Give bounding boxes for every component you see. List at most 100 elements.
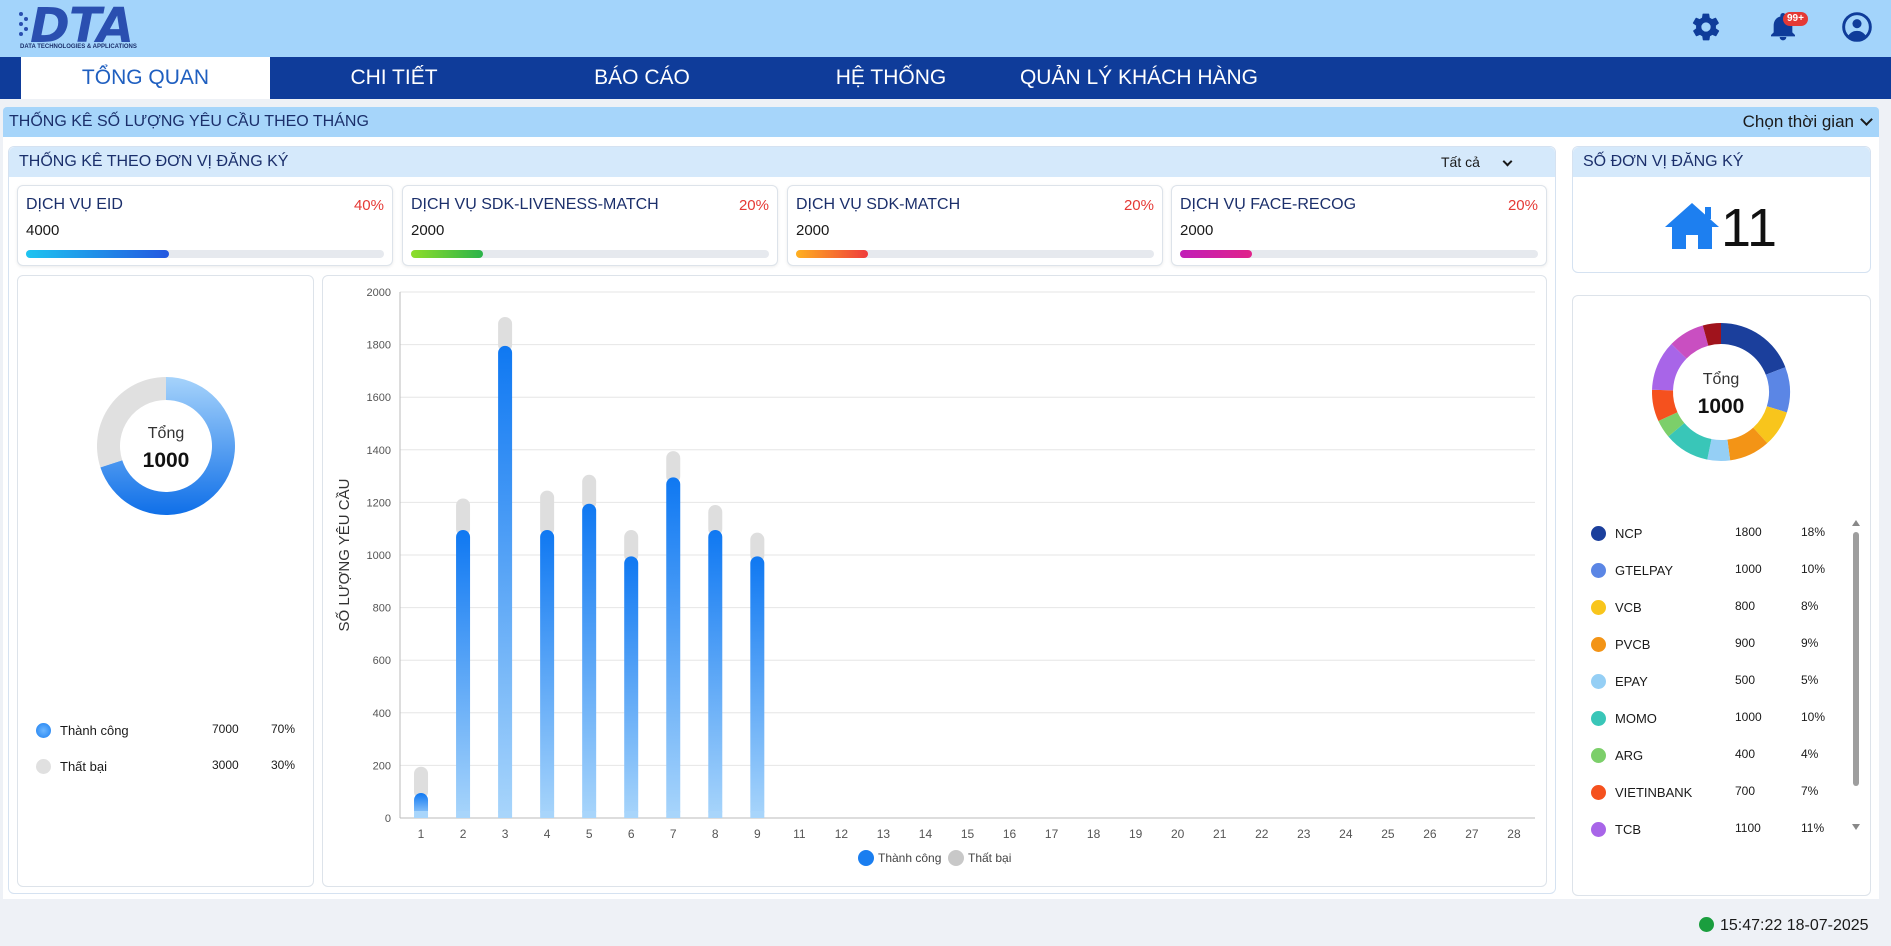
- monthly-stats-header: THỐNG KÊ SỐ LƯỢNG YÊU CẦU THEO THÁNG Chọ…: [3, 107, 1879, 137]
- x-tick-label: 4: [544, 827, 551, 841]
- unit-count: 900: [1735, 636, 1756, 650]
- tab-chi-tiet[interactable]: CHI TIẾT: [270, 57, 518, 99]
- units-list-scrollbar[interactable]: [1852, 520, 1860, 830]
- unit-name: VCB: [1615, 600, 1642, 615]
- bar-success: [456, 530, 471, 818]
- service-card[interactable]: DỊCH VỤ FACE-RECOG 20% 2000: [1171, 185, 1547, 266]
- units-donut-panel: Tổng 1000 NCP 1800 18% GTELPAY 1000 10% VCB 800 8…: [1572, 295, 1871, 896]
- x-tick-label: 3: [502, 827, 509, 841]
- current-datetime: 15:47:22 18-07-2025: [1720, 917, 1869, 934]
- x-tick-label: 19: [1129, 827, 1143, 841]
- scroll-thumb[interactable]: [1853, 532, 1859, 786]
- x-tick-label: 5: [586, 827, 593, 841]
- donut-slice: [1721, 323, 1786, 375]
- unit-name: EPAY: [1615, 674, 1648, 689]
- unit-stats-header: THỐNG KÊ THEO ĐƠN VỊ ĐĂNG KÝ Tất cả: [9, 147, 1555, 177]
- service-name: DỊCH VỤ EID: [26, 196, 123, 213]
- unit-color-dot: [1591, 637, 1606, 652]
- registered-units-panel: SỐ ĐƠN VỊ ĐĂNG KÝ 11: [1572, 146, 1871, 273]
- chevron-down-icon: [1860, 113, 1873, 126]
- legend-label: Thành công: [878, 851, 941, 865]
- x-tick-label: 9: [754, 827, 761, 841]
- status-donut-chart: Tổng 1000: [96, 377, 235, 515]
- company-logo[interactable]: DTA DATA TECHNOLOGIES & APPLICATIONS: [18, 0, 150, 54]
- unit-percent: 10%: [1801, 710, 1826, 724]
- unit-filter-dropdown[interactable]: Tất cả: [1441, 154, 1513, 170]
- unit-percent: 4%: [1801, 747, 1819, 761]
- unit-count: 500: [1735, 673, 1756, 687]
- unit-list-item: TCB 1100 11%: [1591, 821, 1824, 839]
- service-progress-track: [796, 250, 1154, 258]
- unit-name: GTELPAY: [1615, 563, 1674, 578]
- service-card[interactable]: DỊCH VỤ SDK-LIVENESS-MATCH 20% 2000: [402, 185, 778, 266]
- x-tick-label: 1: [418, 827, 425, 841]
- service-progress-fill: [26, 250, 170, 258]
- tab-quan-ly-khach-hang[interactable]: QUẢN LÝ KHÁCH HÀNG: [1016, 57, 1262, 99]
- unit-percent: 18%: [1801, 525, 1826, 539]
- x-tick-label: 8: [712, 827, 719, 841]
- bar-success: [582, 503, 597, 818]
- unit-count: 800: [1735, 599, 1756, 613]
- legend-label: Thất bại: [968, 851, 1011, 865]
- legend-dot: [36, 759, 51, 774]
- service-value: 2000: [411, 222, 445, 239]
- donut-center-label: Tổng: [1703, 370, 1739, 388]
- section-title: THỐNG KÊ SỐ LƯỢNG YÊU CẦU THEO THÁNG: [9, 113, 369, 130]
- tab-bao-cao[interactable]: BÁO CÁO: [518, 57, 766, 99]
- donut-center-label: Tổng: [148, 424, 184, 442]
- bar-success: [666, 477, 681, 818]
- unit-list-item: NCP 1800 18%: [1591, 525, 1825, 543]
- gear-icon[interactable]: [1690, 11, 1722, 43]
- y-tick-label: 1200: [367, 497, 391, 509]
- bar-success-base: [750, 811, 765, 818]
- x-tick-label: 23: [1297, 827, 1311, 841]
- notification-badge: 99+: [1783, 12, 1808, 26]
- x-tick-label: 21: [1213, 827, 1227, 841]
- scroll-up-arrow-icon[interactable]: [1852, 520, 1860, 526]
- user-icon[interactable]: [1841, 11, 1873, 43]
- x-tick-label: 26: [1423, 827, 1437, 841]
- unit-list-item: MOMO 1000 10%: [1591, 710, 1825, 728]
- time-select-dropdown[interactable]: Chọn thời gian: [1743, 112, 1873, 132]
- tab-he-thong[interactable]: HỆ THỐNG: [766, 57, 1016, 99]
- x-tick-label: 18: [1087, 827, 1101, 841]
- service-progress-track: [26, 250, 384, 258]
- monthly-bar-chart-panel: 0 200 400 600 800 1000 1200 1400 1600 1800 2000 SỐ …: [322, 275, 1547, 887]
- unit-list-item: VCB 800 8%: [1591, 599, 1821, 617]
- legend-percent: 30%: [271, 758, 296, 772]
- bar-success-base: [582, 811, 597, 818]
- x-tick-label: 24: [1339, 827, 1353, 841]
- service-progress-fill: [1180, 250, 1252, 258]
- tab-tong-quan[interactable]: TỔNG QUAN: [21, 57, 270, 99]
- y-tick-label: 1400: [367, 445, 391, 457]
- service-progress-track: [411, 250, 769, 258]
- service-card[interactable]: DỊCH VỤ SDK-MATCH 20% 2000: [787, 185, 1163, 266]
- donut-slice: [1765, 367, 1790, 413]
- unit-name: VIETINBANK: [1615, 785, 1693, 800]
- bar-fail: [540, 490, 555, 537]
- y-tick-label: 200: [373, 760, 391, 772]
- unit-list-item: ARG 400 4%: [1591, 747, 1821, 765]
- unit-list-item: EPAY 500 5%: [1591, 673, 1821, 691]
- x-tick-label: 25: [1381, 827, 1395, 841]
- unit-percent: 10%: [1801, 562, 1826, 576]
- service-card[interactable]: DỊCH VỤ EID 40% 4000: [17, 185, 393, 266]
- x-tick-label: 16: [1003, 827, 1017, 841]
- unit-color-dot: [1591, 563, 1606, 578]
- x-tick-label: 15: [961, 827, 975, 841]
- x-tick-label: 28: [1507, 827, 1521, 841]
- registered-units-title: SỐ ĐƠN VỊ ĐĂNG KÝ: [1583, 153, 1744, 170]
- unit-percent: 8%: [1801, 599, 1819, 613]
- legend-row-fail: Thất bại 3000 30%: [36, 758, 296, 776]
- legend-marker: [948, 850, 964, 866]
- units-donut-chart: Tổng 1000: [1652, 323, 1790, 461]
- top-header: DTA DATA TECHNOLOGIES & APPLICATIONS 99+: [0, 0, 1891, 57]
- scroll-down-arrow-icon[interactable]: [1852, 824, 1860, 830]
- unit-percent: 7%: [1801, 784, 1819, 798]
- unit-count: 1100: [1735, 821, 1761, 835]
- service-progress-fill: [411, 250, 483, 258]
- x-tick-label: 20: [1171, 827, 1185, 841]
- unit-stats-title: THỐNG KÊ THEO ĐƠN VỊ ĐĂNG KÝ: [19, 153, 289, 170]
- unit-percent: 5%: [1801, 673, 1819, 687]
- legend-dot: [36, 723, 51, 738]
